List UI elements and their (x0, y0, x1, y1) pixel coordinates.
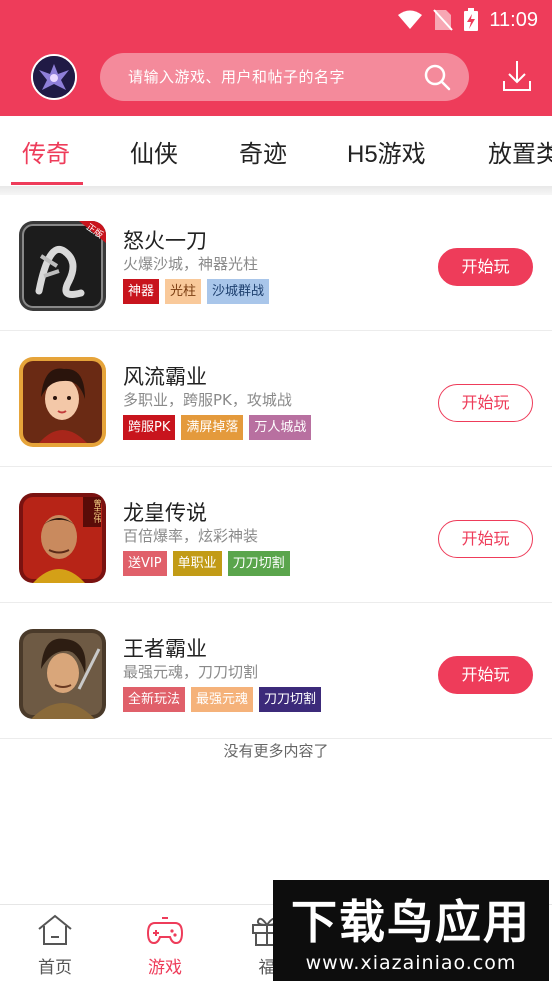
game-list: 正版 怒火一刀 火爆沙城，神器光柱 神器 光柱 沙城群战 开始玩 风流霸业 多职… (0, 195, 552, 739)
tag: 刀刀切割 (227, 551, 290, 576)
game-tags: 跨服PK 满屏掉落 万人城战 (123, 415, 312, 440)
status-bar: 11:09 (0, 0, 552, 40)
watermark-logo: 下载鸟应用 (291, 895, 529, 948)
avatar-emblem-icon (33, 56, 75, 98)
game-description: 火爆沙城，神器光柱 (123, 255, 259, 273)
game-description: 最强元魂，刀刀切割 (123, 663, 259, 681)
status-icons: 11:09 (397, 6, 538, 34)
tag: 刀刀切割 (259, 687, 322, 712)
nav-label: 游戏 (148, 958, 182, 978)
tag: 万人城战 (249, 415, 312, 440)
game-icon[interactable] (19, 629, 106, 719)
tab-chuanqi[interactable]: 传奇 (22, 134, 70, 169)
tab-active-indicator (11, 182, 83, 185)
game-tags: 全新玩法 最强元魂 刀刀切割 (123, 687, 322, 712)
start-play-button[interactable]: 开始玩 (438, 248, 533, 286)
game-name: 怒火一刀 (123, 229, 207, 253)
icon-badge: 曾志伟 (93, 499, 102, 523)
search-placeholder: 请输入游戏、用户和帖子的名字 (128, 68, 346, 86)
search-input[interactable]: 请输入游戏、用户和帖子的名字 (100, 53, 469, 101)
tag: 最强元魂 (191, 687, 254, 712)
game-name: 王者霸业 (123, 637, 207, 661)
tab-xianxia[interactable]: 仙侠 (130, 134, 178, 169)
tab-h5[interactable]: H5游戏 (347, 134, 426, 169)
tag: 全新玩法 (123, 687, 186, 712)
hero-game-icon (19, 629, 106, 719)
game-name: 风流霸业 (123, 365, 207, 389)
tag: 光柱 (165, 279, 202, 304)
game-tags: 送VIP 单职业 刀刀切割 (123, 551, 290, 576)
tabs-divider (0, 186, 552, 195)
game-item[interactable]: 正版 怒火一刀 火爆沙城，神器光柱 神器 光柱 沙城群战 开始玩 (0, 195, 552, 331)
game-item[interactable]: 王者霸业 最强元魂，刀刀切割 全新玩法 最强元魂 刀刀切割 开始玩 (0, 603, 552, 739)
start-play-button[interactable]: 开始玩 (438, 656, 533, 694)
nav-label: 首页 (38, 958, 72, 978)
no-more-content-text: 没有更多内容了 (223, 742, 329, 760)
tag: 神器 (123, 279, 160, 304)
tag: 单职业 (172, 551, 222, 576)
no-sim-icon (433, 9, 454, 31)
tab-idle[interactable]: 放置类 (488, 134, 552, 169)
start-play-button[interactable]: 开始玩 (438, 384, 533, 422)
game-name: 龙皇传说 (123, 501, 207, 525)
watermark-url: www.xiazainiao.com (305, 952, 517, 974)
status-time: 11:09 (489, 8, 538, 31)
tag: 送VIP (123, 551, 167, 576)
avatar[interactable] (31, 54, 77, 100)
top-header: 请输入游戏、用户和帖子的名字 (0, 40, 552, 116)
home-icon (38, 914, 72, 945)
category-tabs: 传奇 仙侠 奇迹 H5游戏 放置类 (0, 116, 552, 186)
tag: 跨服PK (123, 415, 176, 440)
gamepad-icon (146, 917, 184, 945)
game-icon[interactable]: 曾志伟 (19, 493, 106, 583)
download-icon[interactable] (502, 59, 532, 93)
game-description: 多职业，跨服PK，攻城战 (123, 391, 292, 409)
game-item[interactable]: 风流霸业 多职业，跨服PK，攻城战 跨服PK 满屏掉落 万人城战 开始玩 (0, 331, 552, 467)
nav-item-games[interactable]: 游戏 (130, 913, 200, 978)
game-icon[interactable] (19, 357, 106, 447)
wifi-icon (398, 10, 423, 29)
game-item[interactable]: 曾志伟 龙皇传说 百倍爆率，炫彩神装 送VIP 单职业 刀刀切割 开始玩 (0, 467, 552, 603)
game-icon[interactable]: 正版 (19, 221, 106, 311)
tab-qiji[interactable]: 奇迹 (239, 134, 287, 169)
watermark: 下载鸟应用 www.xiazainiao.com (273, 880, 549, 981)
nav-item-home[interactable]: 首页 (20, 913, 90, 978)
search-icon[interactable] (423, 63, 451, 91)
heroine-game-icon (19, 357, 106, 447)
game-tags: 神器 光柱 沙城群战 (123, 279, 270, 304)
battery-charging-icon (464, 8, 479, 31)
start-play-button[interactable]: 开始玩 (438, 520, 533, 558)
tag: 沙城群战 (207, 279, 270, 304)
game-description: 百倍爆率，炫彩神装 (123, 527, 259, 545)
tag: 满屏掉落 (181, 415, 244, 440)
